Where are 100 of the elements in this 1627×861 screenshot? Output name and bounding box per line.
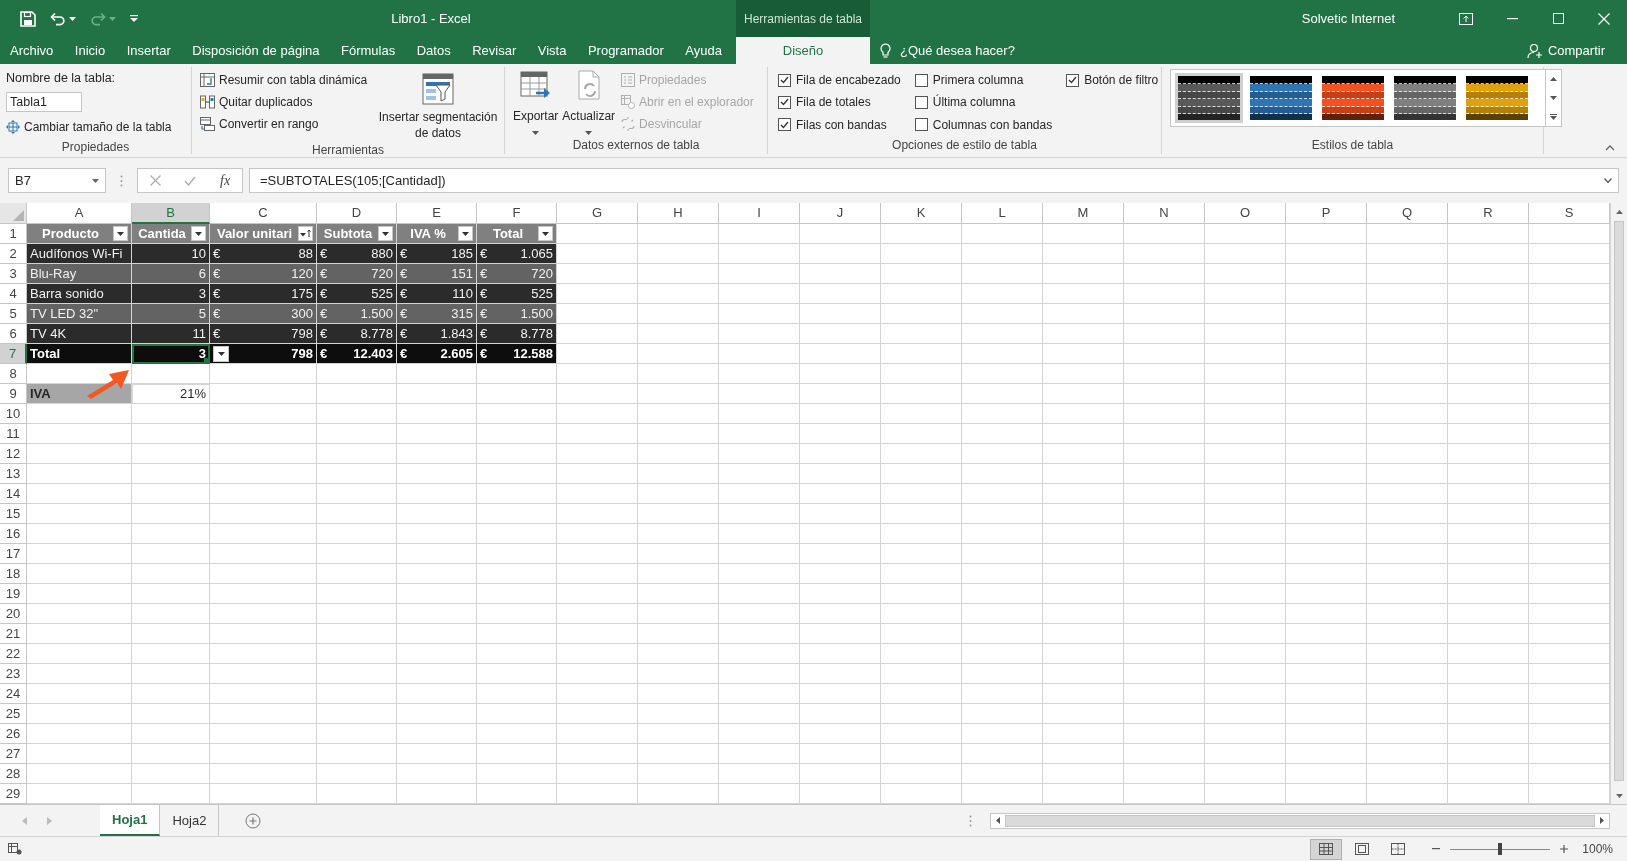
caret-icon[interactable] xyxy=(585,131,593,135)
row-header[interactable]: 17 xyxy=(0,544,27,564)
customize-toolbar-icon[interactable] xyxy=(130,15,138,22)
zoom-slider[interactable] xyxy=(1450,843,1551,855)
ribbon-tab[interactable]: Fórmulas xyxy=(337,40,400,61)
drag-handle-icon[interactable] xyxy=(120,174,123,187)
table-cell[interactable]: € 12.588 xyxy=(477,344,557,364)
tell-me-search[interactable]: ¿Qué desea hacer? xyxy=(900,40,1015,61)
scroll-left-icon[interactable] xyxy=(996,817,1000,824)
column-header[interactable]: D xyxy=(317,203,397,224)
row-header[interactable]: 22 xyxy=(0,644,27,664)
row-header[interactable]: 21 xyxy=(0,624,27,644)
row-header[interactable]: 28 xyxy=(0,764,27,784)
row-header[interactable]: 23 xyxy=(0,664,27,684)
view-button[interactable] xyxy=(1310,838,1343,860)
column-header[interactable]: R xyxy=(1448,203,1529,224)
row-header[interactable]: 26 xyxy=(0,724,27,744)
scroll-up-icon[interactable] xyxy=(1615,209,1623,214)
row-header[interactable]: 8 xyxy=(0,364,27,384)
filter-button[interactable] xyxy=(378,226,393,241)
row-header[interactable]: 19 xyxy=(0,584,27,604)
row-header[interactable]: 6 xyxy=(0,324,27,344)
column-header[interactable]: H xyxy=(638,203,719,224)
slicer-button[interactable]: Insertar segmentación de datos xyxy=(378,109,498,141)
scroll-right-icon[interactable] xyxy=(1600,817,1604,824)
filter-button[interactable] xyxy=(113,226,128,241)
filter-button[interactable] xyxy=(298,226,313,241)
row-header[interactable]: 4 xyxy=(0,284,27,304)
ribbon-button[interactable]: Convertir en rango xyxy=(200,113,378,135)
table-cell[interactable]: € 2.605 xyxy=(397,344,477,364)
checkbox[interactable] xyxy=(914,95,928,109)
column-header[interactable]: S xyxy=(1529,203,1610,224)
row-header[interactable]: 12 xyxy=(0,444,27,464)
add-sheet-icon[interactable] xyxy=(245,812,262,829)
zoom-in-icon[interactable] xyxy=(1560,845,1569,853)
scrollbar-thumb[interactable] xyxy=(1005,814,1595,827)
row-header[interactable]: 18 xyxy=(0,564,27,584)
checkbox-label[interactable]: Fila de encabezado xyxy=(796,71,901,89)
dropdown-button[interactable] xyxy=(213,346,229,362)
ribbon-button[interactable]: Cambiar tamaño de la tabla xyxy=(6,115,172,138)
ribbon-tab[interactable]: Diseño xyxy=(736,37,870,64)
table-style-swatch[interactable] xyxy=(1394,76,1456,120)
column-header[interactable]: O xyxy=(1205,203,1286,224)
filter-button[interactable] xyxy=(538,226,553,241)
checkbox-label[interactable]: Filas con bandas xyxy=(796,115,887,134)
column-header[interactable]: Q xyxy=(1367,203,1448,224)
close-icon[interactable] xyxy=(1598,12,1610,25)
expand-formula-icon[interactable] xyxy=(1604,178,1612,183)
ribbon-tab[interactable]: Ayuda xyxy=(681,40,726,61)
ribbon-tab[interactable]: Insertar xyxy=(122,40,175,61)
checkbox[interactable] xyxy=(778,118,791,132)
minimize-icon[interactable] xyxy=(1506,17,1518,20)
row-header[interactable]: 2 xyxy=(0,244,27,264)
sheet-tab[interactable]: Hoja1 xyxy=(100,805,161,836)
slicer-icon[interactable] xyxy=(422,73,454,105)
row-header[interactable]: 7 xyxy=(0,344,27,364)
ribbon-button[interactable]: Actualizar xyxy=(562,107,616,125)
row-header[interactable]: 20 xyxy=(0,604,27,624)
checkbox[interactable] xyxy=(1066,73,1080,87)
column-header[interactable]: P xyxy=(1286,203,1367,224)
row-header[interactable]: 24 xyxy=(0,684,27,704)
row-header[interactable]: 10 xyxy=(0,404,27,424)
filter-button[interactable] xyxy=(458,226,473,241)
table-style-swatch[interactable] xyxy=(1178,76,1240,120)
caret-icon[interactable] xyxy=(69,16,76,21)
macro-record-icon[interactable] xyxy=(8,843,22,855)
checkbox-label[interactable]: Primera columna xyxy=(932,71,1024,89)
insert-function-button[interactable]: fx xyxy=(220,170,231,191)
row-header[interactable]: 5 xyxy=(0,304,27,324)
row-header[interactable]: 16 xyxy=(0,524,27,544)
filter-button[interactable] xyxy=(191,226,206,241)
checkbox[interactable] xyxy=(914,118,928,132)
share-button[interactable]: Compartir xyxy=(1547,40,1605,61)
column-header[interactable]: M xyxy=(1043,203,1124,224)
column-header[interactable]: J xyxy=(800,203,881,224)
checkbox[interactable] xyxy=(778,73,791,87)
checkbox-label[interactable]: Última columna xyxy=(932,93,1016,112)
column-header[interactable]: F xyxy=(477,203,557,224)
checkbox-label[interactable]: Columnas con bandas xyxy=(932,115,1053,134)
ribbon-tab[interactable]: Archivo xyxy=(6,40,58,61)
table-name-field[interactable]: Tabla1 xyxy=(6,91,82,112)
person-add-icon[interactable] xyxy=(1526,42,1543,59)
checkbox[interactable] xyxy=(778,95,791,109)
ribbon-tab[interactable]: Disposición de página xyxy=(188,40,324,61)
row-header[interactable]: 29 xyxy=(0,784,27,804)
table-style-swatch[interactable] xyxy=(1322,76,1384,120)
column-header[interactable]: B xyxy=(132,203,210,224)
zoom-level[interactable]: 100% xyxy=(1582,840,1613,858)
checkbox-label[interactable]: Fila de totales xyxy=(796,93,871,112)
caret-icon[interactable] xyxy=(532,131,540,135)
ribbon-tab[interactable]: Programador xyxy=(583,40,668,61)
row-header[interactable]: 1 xyxy=(0,224,27,244)
save-icon[interactable] xyxy=(20,10,36,27)
formula-field[interactable]: =SUBTOTALES(105;[Cantidad]) xyxy=(249,168,1619,193)
slider-thumb[interactable] xyxy=(1498,843,1503,855)
scroll-up-icon[interactable] xyxy=(1550,77,1557,82)
column-header[interactable]: C xyxy=(210,203,317,224)
table-cell[interactable]: Total xyxy=(27,344,132,364)
ribbon-tab[interactable]: Revisar xyxy=(468,40,521,61)
lightbulb-icon[interactable] xyxy=(880,42,891,59)
